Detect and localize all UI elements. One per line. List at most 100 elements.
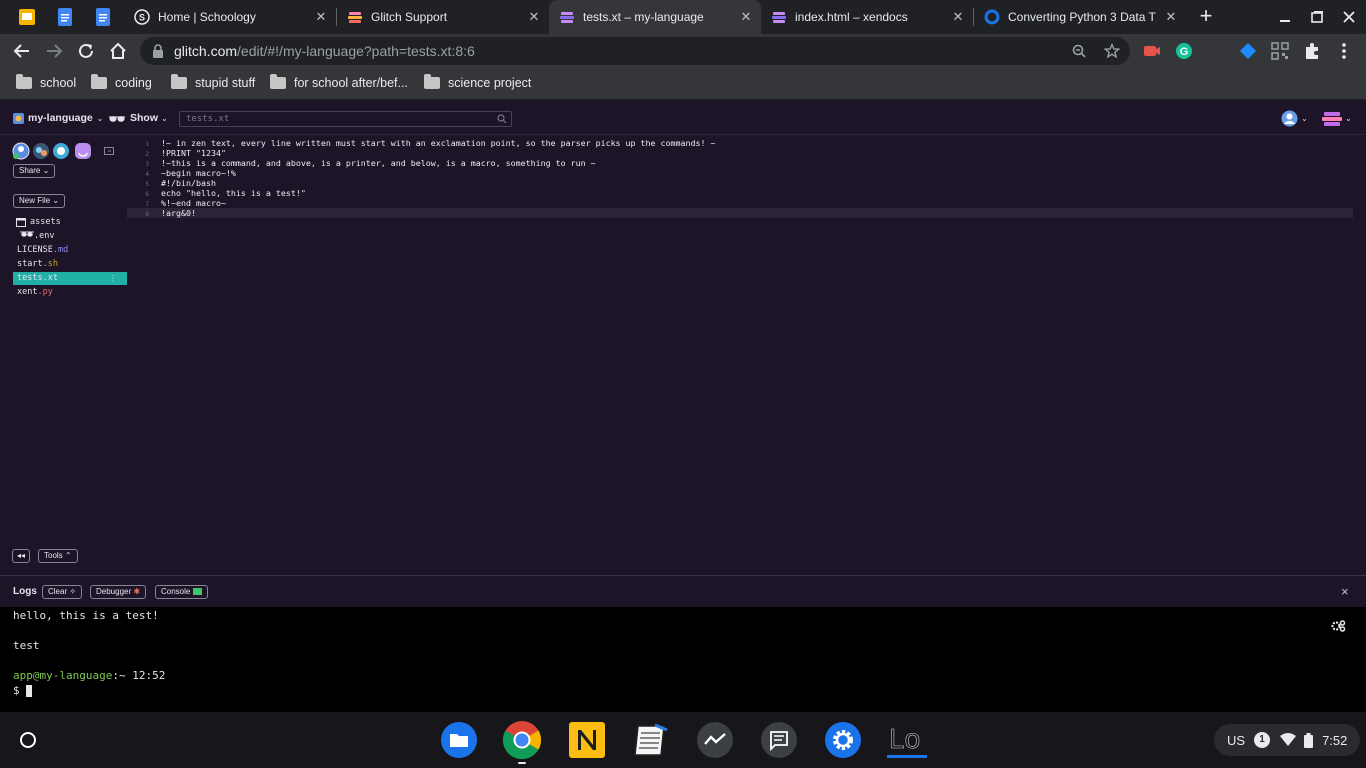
chrome-app[interactable]: [502, 720, 542, 764]
show-button[interactable]: Show ⌄: [108, 112, 168, 124]
bookmark-coding[interactable]: coding: [91, 74, 152, 90]
collapse-sidebar-icon[interactable]: [104, 146, 114, 156]
diamond-extension-icon[interactable]: [1239, 42, 1257, 60]
status-tray[interactable]: US 1 7:52: [1214, 724, 1360, 756]
tab-schoology[interactable]: S Home | Schoology ✕: [124, 0, 336, 34]
close-tab-icon[interactable]: ✕: [949, 9, 967, 25]
tab-converting-python[interactable]: Converting Python 3 Data T ✕: [974, 0, 1186, 34]
wifi-icon: [1280, 733, 1297, 746]
home-button[interactable]: [106, 39, 130, 63]
restore-icon[interactable]: [1310, 10, 1324, 24]
notes-app[interactable]: [567, 720, 607, 760]
grammarly-icon[interactable]: G: [1175, 42, 1193, 60]
os-shelf: [0, 712, 1366, 768]
avatar[interactable]: [12, 142, 30, 160]
assets-folder[interactable]: assets: [16, 217, 61, 227]
file-search-input[interactable]: tests.xt: [179, 111, 512, 127]
terminal-output[interactable]: hello, this is a test! test app@my-langu…: [0, 607, 1366, 712]
browser-toolbar: glitch.com/edit/#!/my-language?path=test…: [0, 34, 1366, 68]
code-line: 4 ~begin macro~!%: [145, 168, 236, 178]
console-button[interactable]: Console: [155, 585, 208, 599]
locale-indicator: US: [1227, 732, 1246, 748]
close-tab-icon[interactable]: ✕: [737, 9, 755, 25]
code-line: 2 !PRINT "1234": [145, 148, 226, 158]
bookmark-stupid-stuff[interactable]: stupid stuff: [171, 74, 255, 90]
rewind-button[interactable]: ◂◂: [12, 549, 31, 563]
launcher-button[interactable]: [8, 720, 48, 760]
forward-button[interactable]: [42, 39, 66, 63]
console-icon: [192, 588, 202, 596]
logs-title: Logs: [13, 586, 37, 597]
tab-title: index.html – xendocs: [795, 10, 908, 24]
libreoffice-icon: Lo: [887, 723, 927, 758]
messages-app[interactable]: [759, 720, 799, 760]
close-tab-icon[interactable]: ✕: [312, 9, 330, 25]
bookmark-science-project[interactable]: science project: [424, 74, 531, 90]
file-start-sh[interactable]: start.sh: [13, 258, 127, 271]
close-window-icon[interactable]: [1342, 10, 1356, 24]
glitch-icon: [348, 12, 362, 23]
menu-kebab-icon[interactable]: [1337, 42, 1355, 60]
share-button[interactable]: Share ⌄: [13, 164, 56, 178]
bookmark-school[interactable]: school: [16, 74, 76, 90]
glitch-logo-menu[interactable]: ⌄: [1322, 110, 1352, 127]
libreoffice-app[interactable]: Lo: [887, 720, 927, 760]
avatar[interactable]: [74, 142, 92, 160]
pinned-tab-docs-2[interactable]: [92, 6, 114, 28]
project-name-menu[interactable]: my-language ⌄: [13, 112, 103, 124]
reload-button[interactable]: [74, 39, 98, 63]
code-editor[interactable]: 1 !~ in zen text, every line written must…: [127, 136, 1366, 574]
minimize-icon[interactable]: [1278, 10, 1292, 24]
avatar[interactable]: [32, 142, 50, 160]
tools-button[interactable]: Tools ⌃: [38, 549, 78, 563]
project-avatar-icon: [13, 112, 24, 124]
rewind-icon: ◂◂: [17, 551, 26, 560]
url-path: /edit/#!/my-language?path=tests.xt:8:6: [237, 43, 475, 59]
clear-button[interactable]: Clear ✧: [42, 585, 83, 599]
chevron-down-icon: ⌄: [96, 113, 104, 123]
star-icon[interactable]: [1104, 43, 1120, 59]
text-editor-app[interactable]: [631, 720, 671, 760]
extensions-puzzle-icon[interactable]: [1303, 42, 1321, 60]
files-app[interactable]: [439, 720, 479, 760]
tab-title: Home | Schoology: [158, 10, 256, 24]
bookmark-for-school[interactable]: for school after/bef...: [270, 74, 408, 90]
settings-app[interactable]: [823, 720, 863, 760]
glitch-logo-icon: [1322, 112, 1342, 126]
file-license[interactable]: LICENSE.md: [13, 244, 127, 257]
tab-index-html[interactable]: index.html – xendocs ✕: [761, 0, 973, 34]
new-file-button[interactable]: New File ⌄: [13, 194, 66, 208]
arrow-left-icon: [13, 44, 29, 58]
file-options-icon[interactable]: ⋮: [109, 272, 117, 285]
debugger-button[interactable]: Debugger ✱: [90, 585, 147, 599]
close-tab-icon[interactable]: ✕: [525, 9, 543, 25]
pinned-tab-slides[interactable]: [16, 6, 38, 28]
battery-icon: [1304, 732, 1314, 748]
screencast-extension-icon[interactable]: [1143, 42, 1161, 60]
terminal-input-line[interactable]: $: [13, 684, 33, 697]
back-button[interactable]: [10, 39, 34, 63]
terminal-settings-icon[interactable]: [1330, 619, 1346, 633]
zoom-icon[interactable]: [1072, 44, 1086, 58]
file-env[interactable]: .env: [13, 230, 127, 243]
tab-glitch-support[interactable]: Glitch Support ✕: [337, 0, 549, 34]
new-tab-button[interactable]: +: [1196, 3, 1216, 29]
notification-count-badge: 1: [1254, 732, 1271, 748]
pinned-tab-docs-1[interactable]: [54, 6, 76, 28]
home-icon: [110, 42, 126, 59]
close-tab-icon[interactable]: ✕: [1162, 9, 1180, 25]
user-avatar-menu[interactable]: ⌄: [1281, 110, 1308, 127]
qr-code-icon[interactable]: [1271, 42, 1289, 60]
file-tests-xt[interactable]: tests.xt ⋮: [13, 272, 127, 285]
address-bar[interactable]: glitch.com/edit/#!/my-language?path=test…: [140, 37, 1130, 65]
lock-icon: [153, 44, 163, 58]
close-logs-icon[interactable]: ×: [1341, 584, 1349, 599]
stocks-app[interactable]: [695, 720, 735, 760]
tab-tests-xt[interactable]: tests.xt – my-language ✕: [549, 0, 761, 34]
docs-icon: [96, 8, 110, 26]
code-line: 7 %!~end macro~: [145, 198, 226, 208]
slides-icon: [19, 9, 35, 25]
bug-icon: ✱: [133, 587, 141, 596]
avatar[interactable]: [52, 142, 70, 160]
file-xent-py[interactable]: xent.py: [13, 286, 127, 299]
